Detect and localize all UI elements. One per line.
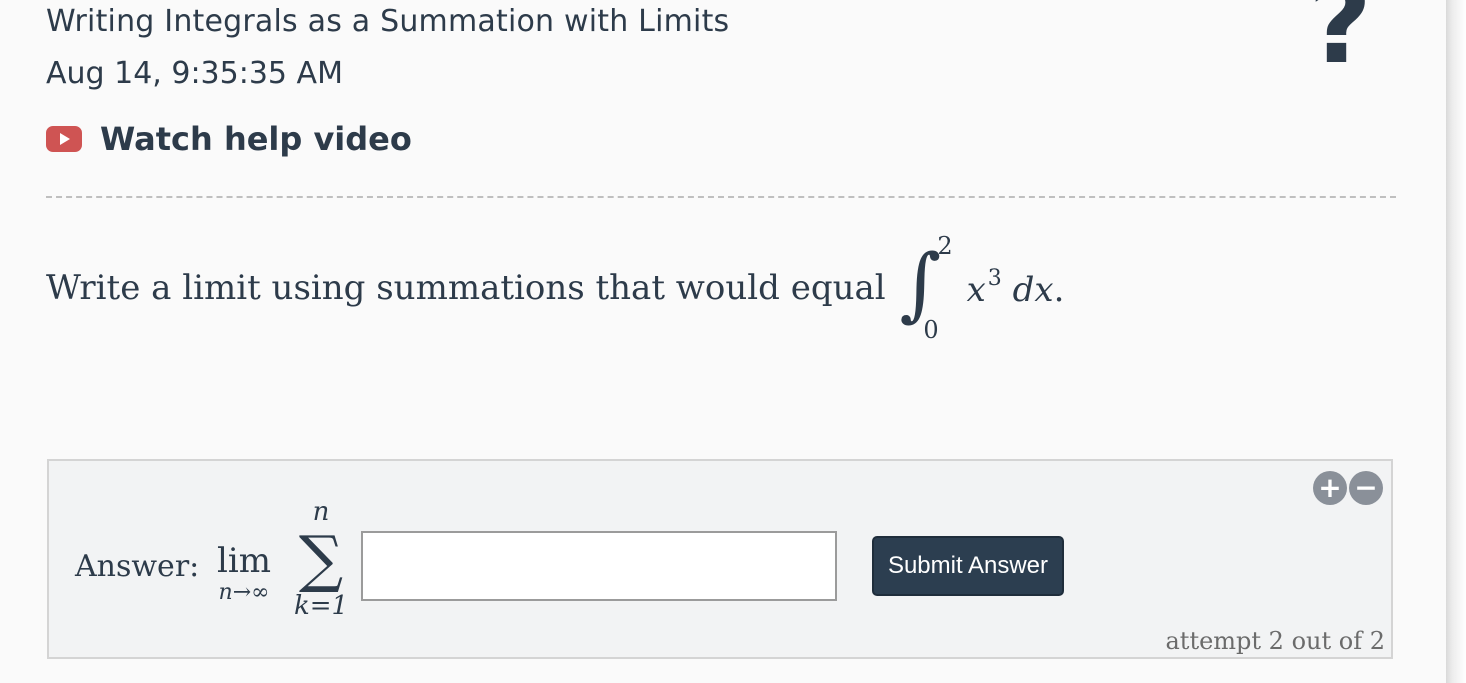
question-prompt: Write a limit using summations that woul… xyxy=(46,268,886,308)
integral-sign: ∫ xyxy=(899,237,942,330)
integrand-differential: dx xyxy=(1012,270,1054,310)
page-background: Writing Integrals as a Summation with Li… xyxy=(0,0,1446,683)
timestamp: Aug 14, 9:35:35 AM xyxy=(46,56,343,91)
answer-panel: + − Answer: lim n→∞ n ∑ k=1 Submit Answe… xyxy=(47,459,1393,659)
lim-word: lim xyxy=(217,541,271,581)
integral-expression: ∫ 2 0 x3 dx. xyxy=(900,228,1065,348)
integrand-exponent: 3 xyxy=(987,266,1002,291)
youtube-play-icon xyxy=(46,126,82,152)
answer-input[interactable] xyxy=(361,531,837,601)
watch-help-video-label: Watch help video xyxy=(100,120,412,158)
zoom-in-icon[interactable]: + xyxy=(1313,471,1347,505)
sigma-lower-limit: k=1 xyxy=(293,591,349,621)
scroll-gutter xyxy=(1446,0,1466,683)
attempt-counter: attempt 2 out of 2 xyxy=(1165,627,1385,655)
question-end-punct: . xyxy=(1053,270,1065,310)
page-title: Writing Integrals as a Summation with Li… xyxy=(46,4,730,39)
answer-label: Answer: xyxy=(75,549,200,584)
submit-answer-button[interactable]: Submit Answer xyxy=(872,536,1064,596)
sigma-sign: ∑ xyxy=(298,522,344,595)
integrand-base: x xyxy=(966,270,986,310)
question-mark-icon[interactable]: ? xyxy=(1300,0,1380,79)
dashed-divider xyxy=(46,196,1396,198)
summation-expression: n ∑ k=1 xyxy=(281,497,361,621)
question-text: Write a limit using summations that woul… xyxy=(46,228,1064,348)
zoom-controls: + − xyxy=(1313,471,1383,505)
lim-subscript: n→∞ xyxy=(218,580,270,605)
integrand: x3 dx. xyxy=(967,266,1065,310)
limit-expression: lim n→∞ xyxy=(199,541,289,605)
watch-help-video-link[interactable]: Watch help video xyxy=(46,120,412,158)
zoom-out-icon[interactable]: − xyxy=(1349,471,1383,505)
